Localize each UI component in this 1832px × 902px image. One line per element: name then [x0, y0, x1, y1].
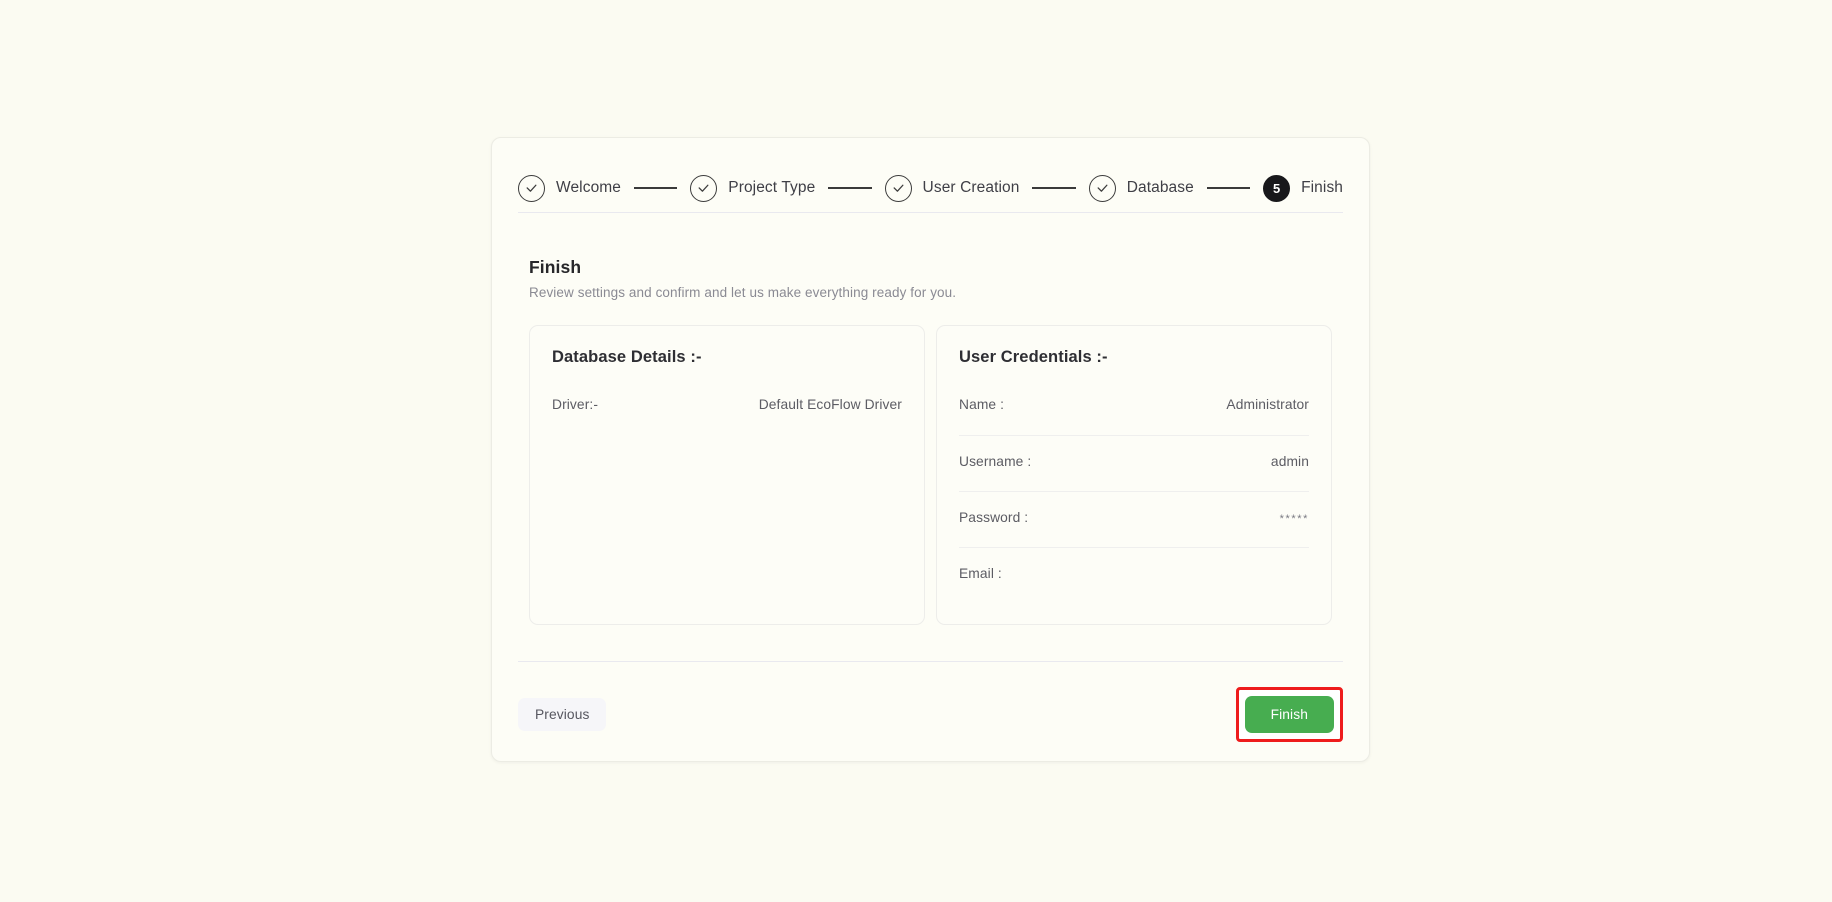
stepper-step-welcome[interactable]: Welcome — [518, 174, 622, 202]
summary-key-name: Name : — [959, 397, 1005, 412]
summary-row-email: Email : — [959, 547, 1309, 585]
stepper-step-user-creation[interactable]: User Creation — [884, 174, 1020, 202]
stepper-label-database: Database — [1126, 179, 1194, 196]
summary-key-driver: Driver:- — [552, 397, 599, 412]
stepper-step-project-type[interactable]: Project Type — [690, 174, 816, 202]
previous-button[interactable]: Previous — [518, 698, 607, 731]
stepper-step-database[interactable]: Database — [1088, 174, 1194, 202]
check-icon — [884, 174, 912, 202]
summary-value-driver: Default EcoFlow Driver — [758, 397, 902, 412]
stepper-label-user-creation: User Creation — [922, 179, 1020, 196]
summary-row-driver: Driver:- Default EcoFlow Driver — [552, 379, 902, 417]
summary-key-username: Username : — [959, 454, 1032, 469]
summary-key-email: Email : — [959, 566, 1002, 581]
stepper-label-project-type: Project Type — [728, 179, 816, 196]
check-icon — [1088, 174, 1116, 202]
summary-value-name: Administrator — [1226, 397, 1309, 412]
stepper-connector-3 — [1032, 187, 1076, 189]
user-credentials-card: User Credentials :- Name : Administrator… — [936, 325, 1332, 625]
finish-button[interactable]: Finish — [1244, 696, 1334, 733]
summary-grid: Database Details :- Driver:- Default Eco… — [529, 325, 1332, 625]
summary-row-password: Password : ***** — [959, 491, 1309, 529]
user-credentials-title: User Credentials :- — [959, 348, 1108, 366]
stepper-connector-1 — [634, 187, 678, 189]
page-subtitle: Review settings and confirm and let us m… — [529, 285, 957, 300]
step-number-label: 5 — [1272, 180, 1281, 196]
summary-value-password: ***** — [1279, 513, 1309, 525]
summary-value-username: admin — [1270, 454, 1309, 469]
stepper-label-welcome: Welcome — [556, 179, 622, 196]
summary-row-name: Name : Administrator — [959, 379, 1309, 417]
setup-wizard-card: Welcome Project Type User Creation Datab… — [491, 137, 1370, 762]
check-icon — [690, 174, 718, 202]
wizard-body: Finish Review settings and confirm and l… — [492, 213, 1369, 625]
summary-row-username: Username : admin — [959, 435, 1309, 473]
summary-key-password: Password : — [959, 510, 1029, 525]
stepper-step-finish[interactable]: 5 Finish — [1263, 174, 1344, 202]
finish-button-highlight: Finish — [1235, 687, 1343, 742]
page-title: Finish — [529, 257, 582, 277]
stepper-connector-2 — [828, 187, 872, 189]
database-details-card: Database Details :- Driver:- Default Eco… — [529, 325, 925, 625]
stepper-connector-4 — [1206, 187, 1251, 189]
stepper-label-finish: Finish — [1301, 179, 1344, 196]
wizard-stepper: Welcome Project Type User Creation Datab… — [492, 138, 1369, 212]
database-details-title: Database Details :- — [552, 348, 702, 366]
wizard-footer: Previous Finish — [492, 662, 1369, 742]
app-background: Welcome Project Type User Creation Datab… — [0, 0, 1832, 902]
step-number-badge: 5 — [1263, 174, 1291, 202]
check-icon — [518, 174, 545, 202]
